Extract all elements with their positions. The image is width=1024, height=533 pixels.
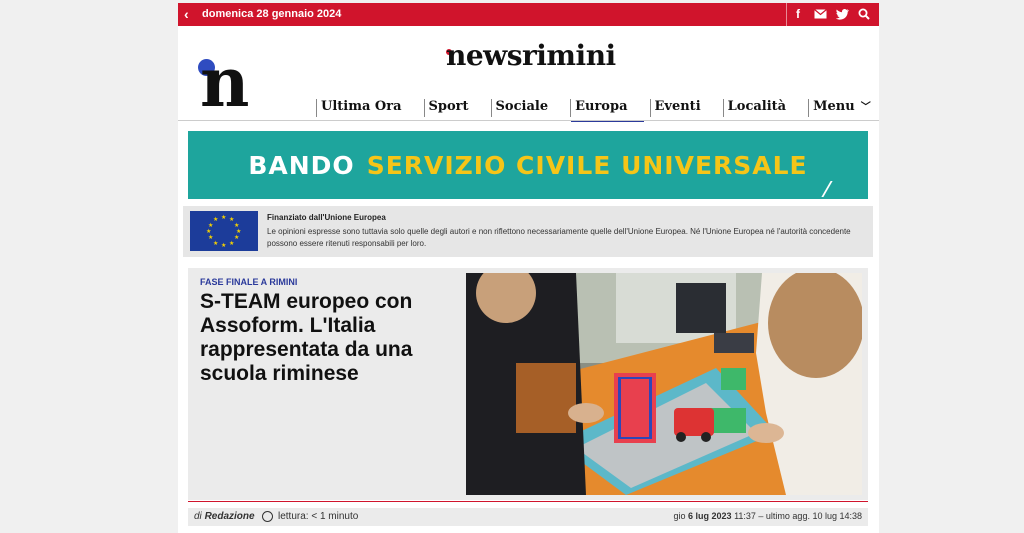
banner-decoration (821, 181, 841, 197)
publish-date: 6 lug 2023 (688, 511, 732, 521)
byline: di Redazione (194, 511, 255, 522)
author-prefix: di (194, 511, 202, 522)
article-photo[interactable] (466, 273, 862, 495)
social-links: f (791, 6, 871, 22)
chevron-left-icon[interactable]: ‹ (184, 6, 189, 22)
chevron-down-icon: ﹀ (860, 102, 871, 113)
nav-item-ultima-ora[interactable]: Ultima Ora (316, 99, 424, 117)
search-icon[interactable] (857, 6, 871, 22)
nav-item-eventi[interactable]: Eventi (649, 99, 723, 117)
current-date: domenica 28 gennaio 2024 (202, 8, 342, 20)
eu-disclaimer: Le opinioni espresse sono tuttavia solo … (267, 227, 851, 248)
nav-item-europa[interactable]: Europa (570, 99, 649, 122)
header-divider (178, 120, 879, 121)
publish-timestamp: gio 6 lug 2023 11:37 – ultimo agg. 10 lu… (673, 511, 862, 521)
publish-day: gio (673, 511, 686, 521)
article-headline[interactable]: S-TEAM europeo con Assoform. L'Italia ra… (200, 290, 450, 386)
main-nav: Ultima Ora Sport Sociale Europa Eventi L… (316, 99, 871, 122)
article-card[interactable]: FASE FINALE A RIMINI S-TEAM europeo con … (188, 268, 868, 500)
ad-banner[interactable]: BANDO SERVIZIO CIVILE UNIVERSALE (188, 131, 868, 199)
site-logo[interactable]: newsrimini (446, 39, 616, 72)
nav-item-menu[interactable]: Menu ﹀ (808, 99, 871, 117)
mail-icon[interactable] (813, 6, 827, 22)
nav-item-localita[interactable]: Località (722, 99, 808, 117)
author-name[interactable]: Redazione (205, 511, 255, 522)
facebook-icon[interactable]: f (791, 6, 805, 22)
menu-label: Menu (813, 99, 855, 114)
brand-mark[interactable]: n (200, 49, 249, 117)
article-meta: di Redazione lettura: < 1 minuto gio 6 l… (188, 508, 868, 526)
banner-word-1: BANDO (248, 150, 355, 180)
nav-item-sport[interactable]: Sport (423, 99, 491, 117)
eu-title: Finanziato dall'Unione Europea (267, 213, 386, 222)
publish-rest: 11:37 – ultimo agg. 10 lug 14:38 (734, 511, 862, 521)
eu-flag-icon: ★ ★ ★ ★ ★ ★ ★ ★ ★ ★ ★ ★ (190, 211, 258, 251)
article-divider (188, 501, 868, 502)
reading-time: lettura: < 1 minuto (278, 511, 359, 522)
divider (786, 3, 787, 26)
banner-word-2: SERVIZIO CIVILE UNIVERSALE (366, 150, 808, 180)
nav-item-sociale[interactable]: Sociale (490, 99, 571, 117)
article-kicker[interactable]: FASE FINALE A RIMINI (200, 277, 297, 287)
clock-icon (262, 511, 273, 522)
twitter-icon[interactable] (835, 6, 849, 22)
top-bar: ‹ domenica 28 gennaio 2024 f (178, 3, 879, 26)
page: ‹ domenica 28 gennaio 2024 f newsrimini … (178, 3, 879, 533)
eu-funding-notice: ★ ★ ★ ★ ★ ★ ★ ★ ★ ★ ★ ★ Finanziato dall'… (183, 206, 873, 257)
